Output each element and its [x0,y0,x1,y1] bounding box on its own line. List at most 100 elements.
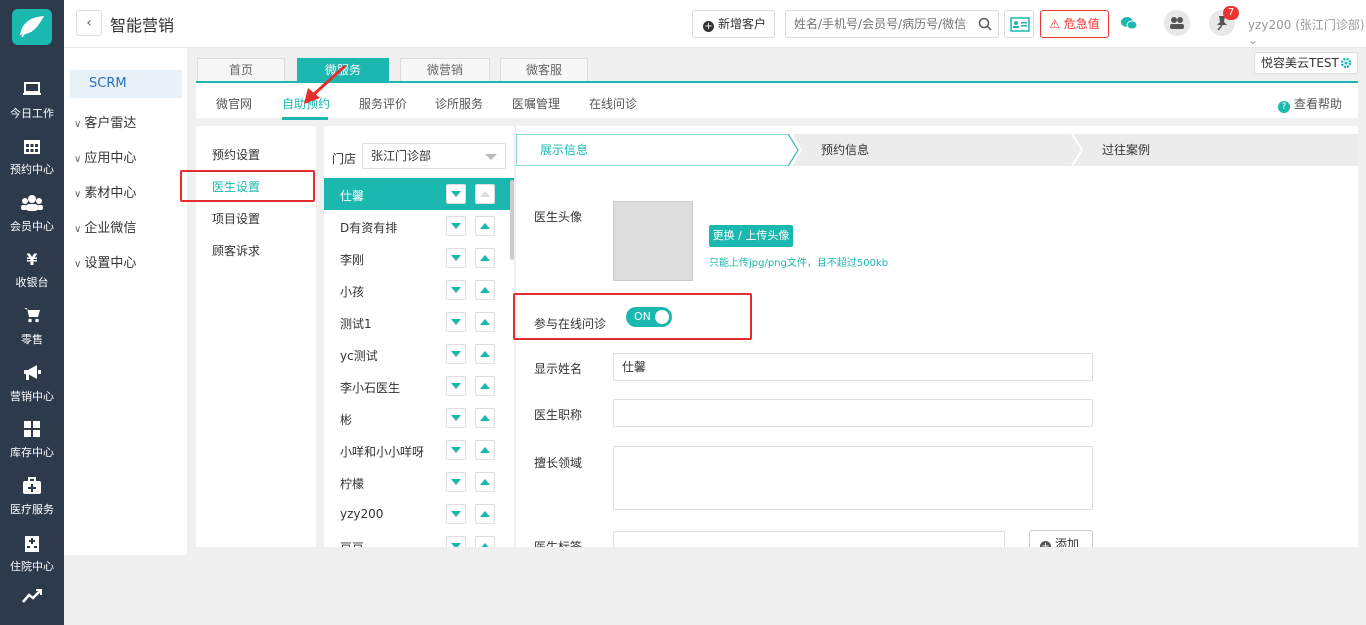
nav-today-work[interactable]: 今日工作 [0,73,64,129]
arrow-up-icon [480,511,490,517]
move-up-button[interactable] [475,536,495,547]
doctor-title-input[interactable] [613,399,1093,427]
sidebar-item-settings-center[interactable]: ∨ 设置中心 [74,252,136,271]
move-down-button[interactable] [446,408,466,428]
move-down-button[interactable] [446,536,466,547]
doctor-name: 小孩 [340,285,365,299]
doctor-row[interactable]: 仕馨 [324,178,514,210]
move-up-button[interactable] [475,376,495,396]
move-up-button[interactable] [475,184,495,204]
move-down-button[interactable] [446,472,466,492]
wechat-icon[interactable] [1120,16,1138,30]
users-icon [21,195,43,211]
nav-reports[interactable] [0,580,64,625]
menu-project-settings[interactable]: 项目设置 [212,210,260,227]
menu-customer-requests[interactable]: 顾客诉求 [212,242,260,259]
subtab-clinic-service[interactable]: 诊所服务 [435,95,483,112]
back-button[interactable]: ‹ [76,10,102,36]
move-down-button[interactable] [446,184,466,204]
subtab-micro-website[interactable]: 微官网 [216,95,252,112]
help-link[interactable]: ? 查看帮助 [1277,95,1342,113]
arrow-up-icon [480,543,490,547]
move-down-button[interactable] [446,344,466,364]
search-input[interactable] [786,11,966,37]
app-logo[interactable] [12,9,52,45]
sidebar-item-wecom[interactable]: ∨ 企业微信 [74,217,136,236]
doctor-row[interactable]: D有资有排 [324,210,514,242]
nav-marketing-center[interactable]: 营销中心 [0,356,64,412]
doctor-list-scrollbar[interactable] [510,180,514,260]
move-down-button[interactable] [446,440,466,460]
new-customer-button[interactable]: + 新增客户 [692,10,775,38]
arrow-up-icon [480,287,490,293]
menu-doctor-settings[interactable]: 医生设置 [212,178,260,195]
move-down-button[interactable] [446,376,466,396]
tab-home[interactable]: 首页 [197,58,285,81]
move-down-button[interactable] [446,280,466,300]
subtab-medical-orders[interactable]: 医嘱管理 [512,95,560,112]
urgent-value-button[interactable]: ⚠ 危急值 [1040,10,1109,38]
tab-micro-marketing[interactable]: 微营销 [400,58,490,81]
doctor-row[interactable]: 小咩和小小咩呀 [324,434,514,466]
user-menu[interactable]: yzy200 (张江门诊部) ⌄ [1248,16,1366,47]
top-header: ‹ 智能营销 + 新增客户 ⚠ 危急值 7 yzy200 (张江门诊部) ⌄ [64,0,1366,48]
move-up-button[interactable] [475,504,495,524]
doctor-row[interactable]: 测试1 [324,306,514,338]
upload-avatar-button[interactable]: 更换 / 上传头像 [709,225,793,247]
nav-retail[interactable]: 零售 [0,299,64,355]
nav-inventory-center[interactable]: 库存中心 [0,412,64,468]
move-up-button[interactable] [475,216,495,236]
doctor-row[interactable]: 彬 [324,402,514,434]
display-name-input[interactable]: 仕馨 [613,353,1093,381]
menu-booking-settings[interactable]: 预约设置 [212,146,260,163]
chevron-down-icon: ∨ [74,119,82,130]
doctor-row[interactable]: yzy200 [324,498,514,530]
urgent-label: 危急值 [1063,17,1100,31]
subtab-online-consult[interactable]: 在线问诊 [589,95,637,112]
move-down-button[interactable] [446,248,466,268]
online-consult-toggle[interactable]: ON [626,307,672,327]
nav-member-center[interactable]: 会员中心 [0,186,64,242]
nav-inpatient-center[interactable]: 住院中心 [0,526,64,582]
group-button[interactable] [1164,10,1190,36]
sidebar-item-app-center[interactable]: ∨ 应用中心 [74,147,136,166]
sidebar-item-customer-radar[interactable]: ∨ 客户雷达 [74,112,136,131]
arrow-up-icon [480,351,490,357]
subtab-service-review[interactable]: 服务评价 [359,95,407,112]
tab-micro-customer-service[interactable]: 微客服 [500,58,588,81]
add-tag-button[interactable]: + 添加 [1029,530,1093,547]
move-down-button[interactable] [446,504,466,524]
nav-medical-service[interactable]: 医疗服务 [0,469,64,525]
search-icon[interactable] [978,17,992,31]
doctor-tag-input[interactable] [613,531,1005,547]
doctor-row[interactable]: 李小石医生 [324,370,514,402]
move-up-button[interactable] [475,248,495,268]
sidebar-item-material-center[interactable]: ∨ 素材中心 [74,182,136,201]
move-up-button[interactable] [475,312,495,332]
move-down-button[interactable] [446,312,466,332]
store-switcher[interactable]: 悦容美云TEST [1254,52,1358,74]
sidebar-item-label: 客户雷达 [84,116,137,131]
doctor-row[interactable]: 豆豆 [324,530,514,547]
move-up-button[interactable] [475,280,495,300]
move-up-button[interactable] [475,344,495,364]
move-down-button[interactable] [446,216,466,236]
step-display-info[interactable]: 展示信息 [540,134,588,166]
sidebar-item-scrm[interactable]: SCRM [70,70,182,98]
move-up-button[interactable] [475,408,495,428]
yen-icon: ¥ [26,250,38,269]
move-up-button[interactable] [475,440,495,460]
doctor-row[interactable]: yc测试 [324,338,514,370]
step-booking-info[interactable]: 预约信息 [821,134,869,166]
doctor-row[interactable]: 柠檬 [324,466,514,498]
nav-cashier[interactable]: ¥ 收银台 [0,242,64,298]
id-card-button[interactable] [1004,10,1034,38]
move-up-button[interactable] [475,472,495,492]
specialty-textarea[interactable] [613,446,1093,510]
store-select[interactable]: 张江门诊部 [362,143,506,169]
step-past-cases[interactable]: 过往案例 [1102,134,1150,166]
doctor-row[interactable]: 小孩 [324,274,514,306]
arrow-up-icon [480,447,490,453]
nav-appointment-center[interactable]: 预约中心 [0,129,64,185]
doctor-row[interactable]: 李刚 [324,242,514,274]
